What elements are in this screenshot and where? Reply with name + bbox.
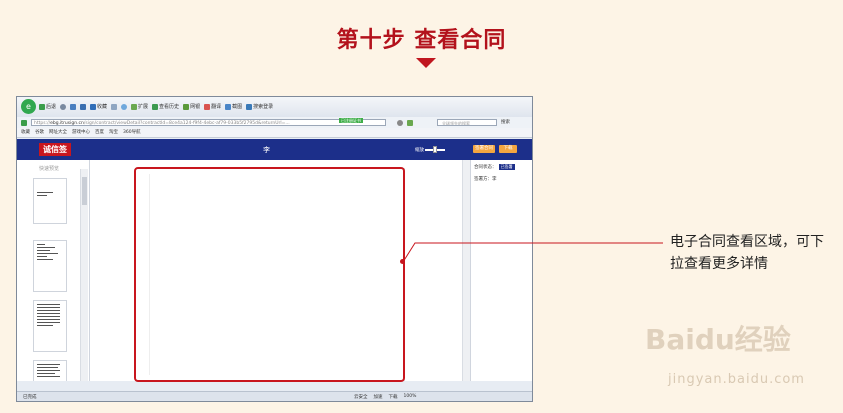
toolbar-screenshot-button[interactable]: 截图 [225, 103, 242, 110]
back-icon [39, 103, 45, 110]
status-label: 合同状态： [474, 165, 497, 170]
status-bar: 已完成 云安全 加速 下载 100% [17, 391, 532, 401]
toolbar-translate-button[interactable]: 翻译 [204, 103, 221, 110]
contract-area-highlight [134, 167, 405, 382]
browser-logo-icon[interactable]: e [21, 99, 36, 114]
favorite-item[interactable]: 360导航 [123, 129, 141, 135]
brand-logo[interactable]: 诚信签 [39, 143, 71, 156]
thumbnail-scrollbar[interactable] [80, 169, 88, 381]
page-thumbnail[interactable] [33, 178, 67, 224]
status-badge: 已签署 [498, 164, 515, 170]
page-thumbnail[interactable] [33, 300, 67, 352]
favorite-item[interactable]: 游戏中心 [72, 129, 90, 135]
page-icon[interactable] [80, 103, 87, 110]
lightning-icon[interactable] [407, 120, 413, 126]
favorite-item[interactable]: 百度 [95, 129, 104, 135]
address-input[interactable]: https://ebg.itrusign.cn/sign/contract/vi… [31, 119, 386, 126]
statusbar-security[interactable]: 云安全 [354, 394, 368, 400]
toolbar-back-button[interactable]: 后退 [39, 103, 56, 110]
reload-icon[interactable] [397, 120, 403, 126]
favorite-item[interactable]: 淘宝 [109, 129, 118, 135]
mobile-icon[interactable] [111, 103, 118, 110]
toolbar-history-button[interactable]: 查看历史 [152, 103, 179, 110]
status-text: 已完成 [23, 395, 37, 400]
certificate-badge[interactable]: 已注册证书 [339, 118, 363, 123]
download-button[interactable]: 下载 [499, 145, 517, 153]
toolbar-favorites-button[interactable]: 收藏 [90, 103, 107, 110]
toolbar-extensions-button[interactable]: 扩展 [131, 103, 148, 110]
contract-info-panel: 合同状态： 已签署 签署方：李 [470, 160, 532, 381]
favorite-item[interactable]: 收藏 [21, 129, 30, 135]
zoom-slider-handle[interactable] [433, 146, 437, 153]
history-icon [152, 103, 159, 110]
star-icon [90, 103, 97, 110]
page-thumbnail[interactable] [33, 360, 67, 381]
zoom-label: 缩放 [415, 148, 424, 153]
page-title: 李 [263, 146, 270, 154]
down-arrow-icon [416, 58, 436, 68]
app-header: 诚信签 李 缩放 签署合同 下载 [17, 139, 532, 160]
baidu-watermark: Baidu经验 [645, 323, 791, 356]
favorites-bar: 收藏 谷歌 网址大全 游戏中心 百度 淘宝 360导航 [17, 128, 532, 138]
secure-icon [21, 120, 27, 126]
thumbnail-panel-label: 快速预览 [39, 166, 60, 172]
refresh-icon[interactable] [60, 103, 67, 110]
scissors-icon [225, 103, 232, 110]
cloud-icon[interactable] [121, 103, 128, 110]
favorite-item[interactable]: 谷歌 [35, 129, 44, 135]
step-title: 第十步 查看合同 [336, 28, 507, 53]
statusbar-zoom[interactable]: 100% [404, 394, 417, 400]
home-icon[interactable] [70, 103, 77, 110]
login-icon [246, 103, 253, 110]
translate-icon [204, 103, 211, 110]
search-input[interactable]: 全球领先的搜索 [437, 119, 497, 126]
statusbar-download[interactable]: 下载 [389, 394, 398, 400]
baidu-watermark-url: jingyan.baidu.com [668, 372, 805, 387]
callout-text: 电子合同查看区域，可下拉查看更多详情 [670, 234, 824, 272]
extensions-icon [131, 103, 138, 110]
bank-icon [183, 103, 190, 110]
thumbnail-panel: 快速预览 [17, 160, 90, 381]
page-thumbnail[interactable] [33, 240, 67, 292]
callout-dot [400, 259, 405, 264]
toolbar-bank-button[interactable]: 网银 [183, 103, 200, 110]
toolbar-login-button[interactable]: 搜索登录 [246, 103, 273, 110]
signer-label: 签署方：李 [474, 177, 497, 182]
sign-contract-button[interactable]: 签署合同 [473, 145, 495, 153]
statusbar-accelerate[interactable]: 加速 [374, 394, 383, 400]
search-button[interactable]: 搜索 [501, 119, 510, 125]
callout-line [402, 242, 663, 263]
favorite-item[interactable]: 网址大全 [49, 129, 67, 135]
browser-toolbar: e 后退 收藏 扩展 查看历史 网银 翻译 截图 搜索登录 [17, 97, 532, 118]
